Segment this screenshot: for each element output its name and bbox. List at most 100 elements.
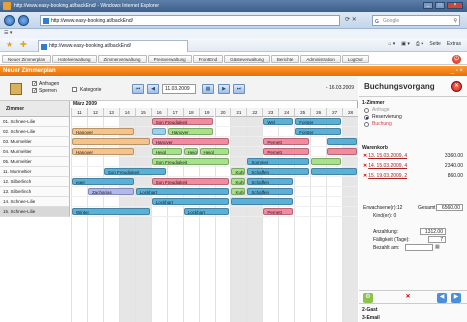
booking-bar[interactable]: Hanover (151, 138, 230, 145)
room-label[interactable]: 04. Murmeltier (0, 147, 70, 157)
room-label[interactable]: 11. Murmeltier (0, 167, 70, 177)
close-window-button[interactable]: × (447, 2, 463, 9)
calendar-icon[interactable]: ▦ (202, 84, 214, 94)
booking-bar[interactable]: Pernett (263, 208, 294, 215)
menu-icon[interactable]: ☰ ▾ (4, 30, 12, 36)
power-icon[interactable]: ⏻ (452, 55, 461, 64)
booking-bar[interactable]: Lockhart (135, 188, 230, 195)
app-menu-item[interactable]: Hotelverwaltung (52, 55, 97, 63)
search-input[interactable]: G Google ⚲ (372, 15, 460, 26)
cart-item-date[interactable]: 15. 19.03.2009, 2 (368, 173, 407, 179)
app-menu-item[interactable]: Preisverwaltung (147, 55, 192, 63)
booking-bar[interactable]: Son Freudigkeit (103, 168, 166, 175)
room-label[interactable]: 05. Murmeltier (0, 157, 70, 167)
booking-bar[interactable] (327, 138, 357, 145)
booking-bar[interactable]: Kuhn (231, 168, 246, 175)
room-label[interactable]: 01. Schnee-Lilie (0, 117, 70, 127)
booking-bar[interactable]: Kuhn (231, 178, 246, 185)
paid-date-field[interactable] (405, 244, 433, 251)
room-label[interactable]: 12. Silberlinch (0, 177, 70, 187)
maximize-button[interactable]: □ (435, 2, 445, 9)
booking-bar[interactable] (327, 148, 357, 155)
next-step-icon[interactable]: ▶ (451, 293, 461, 303)
radio-reservierung[interactable] (364, 115, 369, 120)
cancel-booking-icon[interactable]: ✕ (451, 81, 462, 92)
booking-bar[interactable] (151, 128, 166, 135)
confirm-icon[interactable]: ⚙ (363, 293, 373, 303)
delete-icon[interactable]: ✕ (403, 293, 413, 303)
remove-item-icon[interactable]: ✕ (363, 153, 367, 159)
search-icon[interactable]: ⚲ (453, 16, 457, 26)
booking-bar[interactable]: Schaffen (247, 178, 294, 185)
remove-item-icon[interactable]: ✕ (363, 173, 367, 179)
sperren-checkbox[interactable]: ✓ (32, 88, 37, 94)
room-label[interactable]: 02. Schnee-Lilie (0, 127, 70, 137)
day-column[interactable] (134, 117, 151, 322)
booking-bar[interactable]: Zacharias (87, 188, 134, 195)
booking-bar[interactable]: Son Freudigkeit (151, 178, 230, 185)
add-favorite-icon[interactable]: ✚ (20, 40, 27, 49)
favorites-star-icon[interactable]: ★ (6, 40, 13, 49)
minimize-button[interactable]: _ (423, 2, 433, 9)
back-step-icon[interactable]: ◀ (437, 293, 447, 303)
last-icon[interactable]: ⏭ (233, 84, 245, 94)
booking-bar[interactable]: Heigl (199, 148, 230, 155)
refresh-icon[interactable]: ⟳ ✕ (345, 16, 357, 23)
kategorie-checkbox[interactable] (72, 87, 77, 92)
home-icon[interactable]: ⌂ ▾ (388, 41, 395, 47)
book-icon[interactable] (10, 83, 22, 95)
app-menu-item[interactable]: Administration (300, 55, 341, 63)
booking-bar[interactable]: Kuhn (231, 188, 246, 195)
prev-icon[interactable]: ◀ (147, 84, 159, 94)
feeds-icon[interactable]: ▣ ▾ (401, 41, 410, 47)
booking-bar[interactable]: Forster (295, 118, 342, 125)
booking-bar[interactable] (311, 158, 342, 165)
day-column[interactable] (246, 117, 263, 322)
booking-bar[interactable]: Hanover (72, 128, 134, 135)
first-icon[interactable]: ⏮ (132, 84, 144, 94)
day-column[interactable] (310, 117, 326, 322)
browser-tab[interactable]: http://www.easy-booking.at/backEnd/ (38, 40, 188, 52)
booking-bar[interactable] (231, 198, 294, 205)
booking-bar[interactable]: Sommer (247, 158, 310, 165)
cart-item-date[interactable]: 14. 15.03.2009, 4 (368, 163, 407, 169)
radio-anfrage[interactable] (364, 108, 369, 113)
booking-bar[interactable]: Heigl (151, 148, 182, 155)
anfragen-checkbox[interactable]: ✓ (32, 81, 37, 87)
booking-bar[interactable]: Hanover (167, 128, 214, 135)
calendar-picker-icon[interactable]: ▦ (435, 244, 440, 250)
booking-bar[interactable]: Heigl (183, 148, 198, 155)
day-column[interactable] (230, 117, 247, 322)
room-label[interactable]: 15. Schnee-Lilie (0, 207, 70, 217)
room-label[interactable]: 14. Schnee-Lilie (0, 197, 70, 207)
page-menu[interactable]: Seite (429, 41, 440, 47)
booking-bar[interactable] (311, 168, 357, 175)
app-menu-item[interactable]: FrontEnd (192, 55, 224, 63)
booking-bar[interactable]: Pernett (263, 138, 310, 145)
booking-bar[interactable]: Lockhart (183, 208, 230, 215)
next-icon[interactable]: ▶ (218, 84, 230, 94)
tools-menu[interactable]: Extras (447, 41, 461, 47)
booking-bar[interactable]: Schaffen (247, 168, 310, 175)
booking-bar[interactable]: Winter (72, 208, 150, 215)
back-icon[interactable] (4, 15, 15, 26)
booking-bar[interactable]: Lockhart (151, 198, 230, 205)
app-menu-item[interactable]: LogOut (341, 55, 369, 63)
booking-bar[interactable]: Son Freudigkeit (151, 118, 214, 125)
print-icon[interactable]: ⎙ ▾ (416, 41, 424, 47)
app-menu-item[interactable]: Gästeverwaltung (224, 55, 270, 63)
booking-bar[interactable]: Schaffen (247, 188, 294, 195)
app-menu-item[interactable]: Neuer Zimmerplan (2, 55, 52, 63)
due-field[interactable]: 7 (428, 236, 446, 243)
forward-icon[interactable] (18, 15, 29, 26)
remove-item-icon[interactable]: ✕ (363, 163, 367, 169)
booking-bar[interactable]: Hanover (72, 148, 134, 155)
room-label[interactable]: 13. Silberlinch (0, 187, 70, 197)
radio-buchung[interactable] (364, 122, 369, 127)
panel-window-controls-icon[interactable]: _ ▫ × (451, 66, 463, 76)
booking-bar[interactable]: Son Freudigkeit (151, 158, 230, 165)
booking-bar[interactable]: eger (72, 178, 134, 185)
app-menu-item[interactable]: Zimmerverwaltung (97, 55, 147, 63)
booking-bar[interactable]: Wel (263, 118, 294, 125)
app-menu-item[interactable]: Berichte (270, 55, 300, 63)
